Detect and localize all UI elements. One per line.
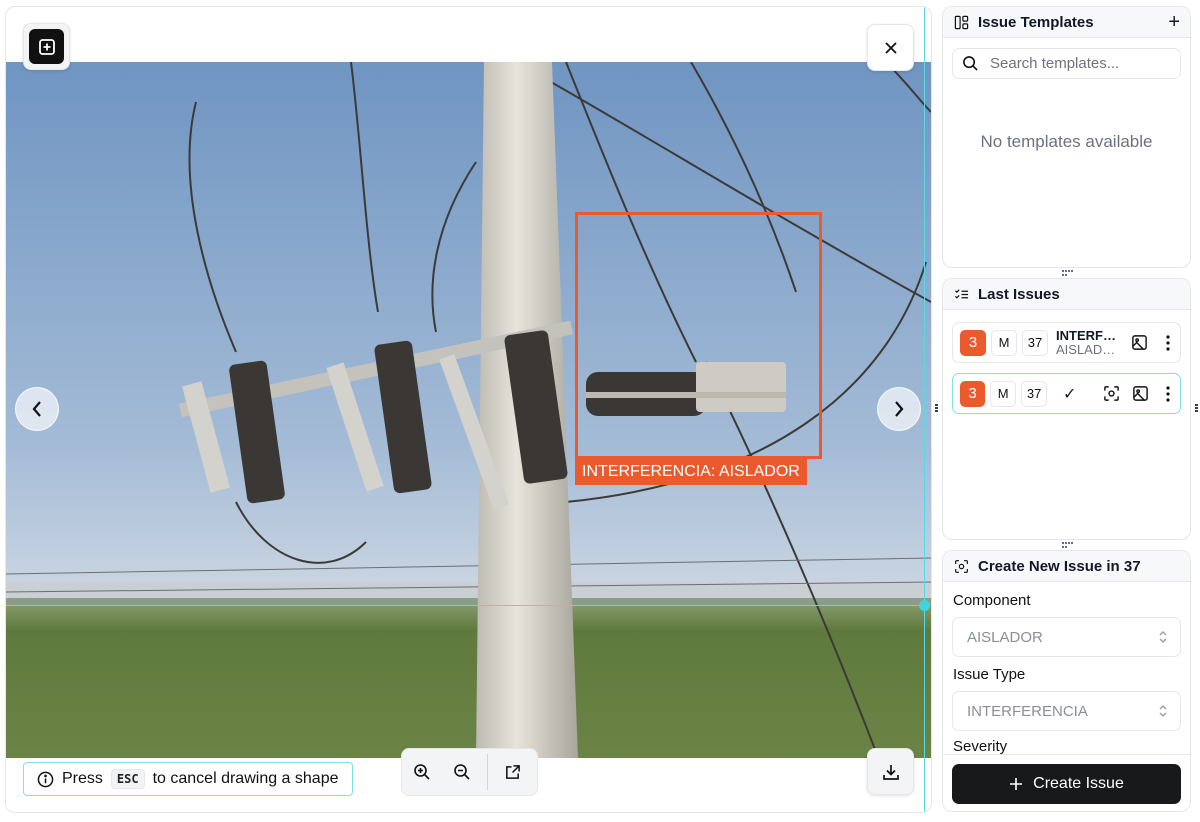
- add-shape-icon: [38, 38, 55, 55]
- hint-suffix: to cancel drawing a shape: [152, 770, 339, 787]
- focus-box-button[interactable]: [1100, 382, 1123, 406]
- create-issue-label: Create Issue: [1033, 775, 1124, 792]
- panel-title: Last Issues: [978, 285, 1060, 303]
- zoom-in-button[interactable]: [402, 749, 442, 795]
- zoom-out-button[interactable]: [442, 749, 482, 795]
- more-vertical-icon: [1166, 334, 1170, 351]
- fit-to-screen-button[interactable]: [492, 749, 532, 795]
- panel-title: Create New Issue in 37: [978, 557, 1141, 575]
- issue-type-select[interactable]: INTERFERENCIA: [952, 691, 1181, 731]
- size-badge: M: [991, 329, 1017, 356]
- create-issue-button[interactable]: Create Issue: [952, 764, 1181, 804]
- sidebar-resize-handle[interactable]: [1195, 404, 1198, 413]
- panel-splitter[interactable]: [1062, 270, 1074, 276]
- chevron-right-icon: [895, 401, 904, 417]
- issue-row[interactable]: 3 M 37 INTERFERENCIA AISLADOR: [952, 322, 1181, 363]
- issue-type-label: Issue Type: [953, 666, 1026, 683]
- create-issue-header: Create New Issue in 37: [943, 551, 1190, 582]
- component-select[interactable]: AISLADOR: [952, 617, 1181, 657]
- templates-icon: [954, 15, 969, 29]
- issue-type: INTERFERENCIA: [1056, 328, 1116, 343]
- component-value: AISLADOR: [967, 628, 1043, 646]
- panel-title: Issue Templates: [978, 13, 1094, 31]
- template-search[interactable]: [952, 48, 1181, 79]
- create-issue-footer: Create Issue: [943, 754, 1190, 811]
- issue-text: INTERFERENCIA AISLADOR: [1056, 329, 1116, 357]
- focus-icon: [955, 559, 968, 573]
- check-icon: ✓: [1063, 385, 1077, 403]
- annotation-box[interactable]: [575, 212, 822, 459]
- issue-component: AISLADOR: [1056, 342, 1116, 357]
- toolbar-divider: [487, 754, 488, 790]
- issue-menu-button[interactable]: [1157, 382, 1180, 406]
- panel-splitter[interactable]: [1062, 542, 1074, 548]
- zoom-out-icon: [454, 764, 470, 780]
- draw-shape-button[interactable]: [23, 23, 70, 70]
- close-viewer-button[interactable]: [867, 24, 914, 71]
- expand-icon: [505, 764, 520, 779]
- size-badge: M: [990, 380, 1017, 407]
- previous-image-button[interactable]: [15, 387, 59, 431]
- view-image-button[interactable]: [1127, 331, 1151, 355]
- crosshair-vertical-guide: [924, 7, 925, 812]
- issue-templates-panel: Issue Templates + No templates available: [942, 6, 1191, 268]
- crosshair-dot: [919, 600, 930, 611]
- severity-label: Severity: [953, 738, 1008, 755]
- last-issues-header: Last Issues: [943, 279, 1190, 310]
- issue-type-value: INTERFERENCIA: [967, 702, 1088, 720]
- chevron-up-down-icon: [1159, 630, 1167, 644]
- issue-row[interactable]: 3 M 37 ✓: [952, 373, 1181, 414]
- issue-menu-button[interactable]: [1156, 331, 1180, 355]
- crosshair-horizontal-guide: [6, 605, 924, 606]
- close-icon: [884, 41, 897, 54]
- structure-number-badge: 37: [1022, 329, 1048, 356]
- search-templates-input[interactable]: [988, 54, 1178, 73]
- image-viewer: INTERFERENCIA: AISLADOR Press ESC to can…: [5, 6, 932, 813]
- structure-number-badge: 37: [1021, 380, 1048, 407]
- drawing-hint: Press ESC to cancel drawing a shape: [23, 762, 353, 796]
- viewer-resize-handle[interactable]: [935, 404, 938, 413]
- download-icon: [882, 764, 899, 780]
- list-check-icon: [954, 288, 969, 299]
- component-label: Component: [953, 592, 1031, 609]
- chevron-up-down-icon: [1159, 704, 1167, 718]
- search-icon: [963, 56, 978, 71]
- download-button[interactable]: [867, 748, 914, 795]
- templates-empty-state: No templates available: [980, 132, 1153, 151]
- add-template-button[interactable]: +: [1168, 12, 1180, 32]
- zoom-toolbar: [401, 748, 538, 796]
- hint-prefix: Press: [62, 770, 103, 787]
- severity-badge: 3: [960, 380, 986, 407]
- focus-icon: [1104, 386, 1120, 401]
- annotation-label: INTERFERENCIA: AISLADOR: [575, 458, 807, 485]
- chevron-left-icon: [32, 401, 41, 417]
- view-image-button[interactable]: [1129, 382, 1152, 406]
- image-icon: [1131, 335, 1147, 350]
- image-icon: [1132, 386, 1148, 401]
- issue-templates-header: Issue Templates +: [943, 7, 1190, 38]
- more-vertical-icon: [1166, 385, 1171, 402]
- esc-key-badge: ESC: [110, 769, 145, 789]
- info-icon: [37, 771, 54, 787]
- zoom-in-icon: [414, 764, 430, 780]
- create-issue-panel: Create New Issue in 37 Component AISLADO…: [942, 550, 1191, 812]
- next-image-button[interactable]: [877, 387, 921, 431]
- last-issues-panel: Last Issues 3 M 37 INTERFERENCIA AISLADO…: [942, 278, 1191, 540]
- severity-badge: 3: [960, 329, 986, 356]
- plus-icon: [1010, 778, 1023, 790]
